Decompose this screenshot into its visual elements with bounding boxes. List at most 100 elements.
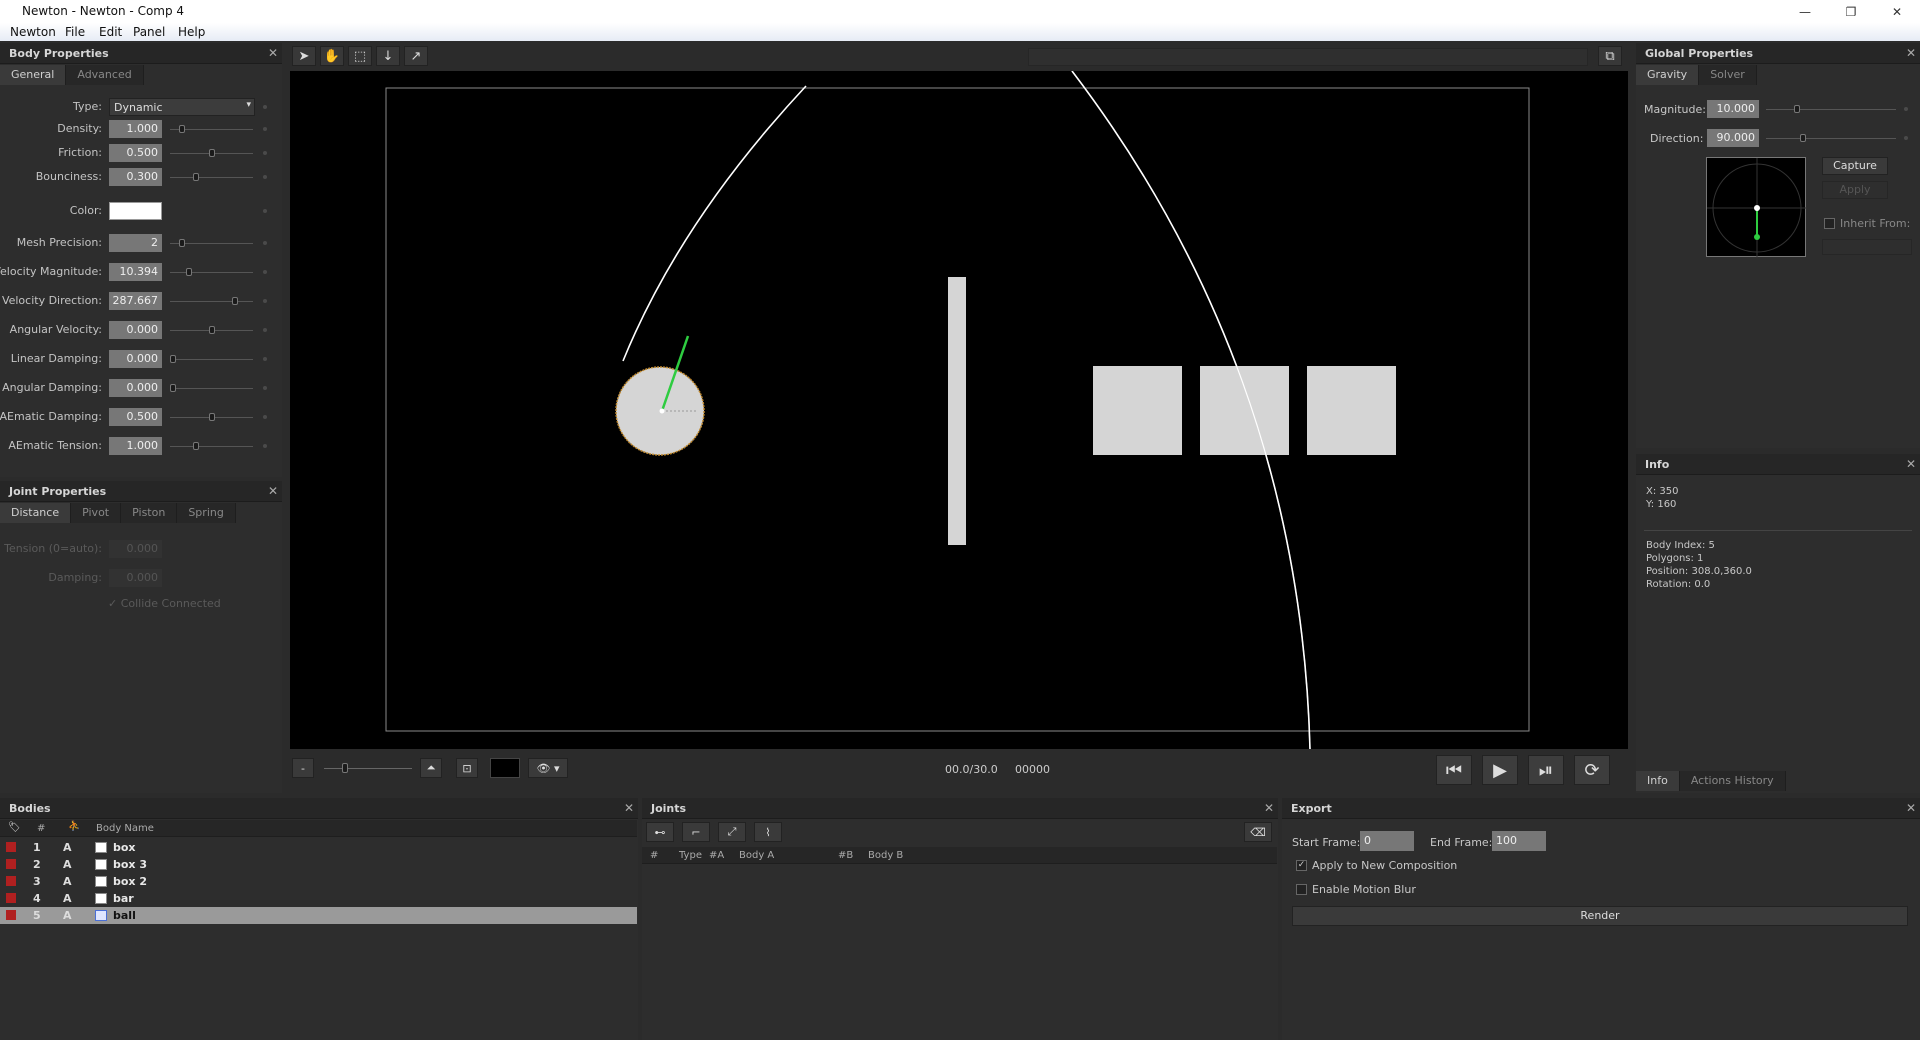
menu-help[interactable]: Help <box>178 25 205 39</box>
marquee-tool-button[interactable]: ⬚ <box>348 46 372 66</box>
distance-joint-button[interactable]: ⊷ <box>646 822 674 842</box>
gravity-direction-widget[interactable] <box>1706 157 1807 258</box>
capture-button[interactable]: Capture <box>1822 157 1888 175</box>
col-type[interactable]: Type <box>679 850 702 861</box>
property-slider-knob[interactable] <box>170 384 176 392</box>
tab-spring[interactable]: Spring <box>177 503 236 523</box>
tab-piston[interactable]: Piston <box>121 503 178 523</box>
menu-newton[interactable]: Newton <box>10 25 56 39</box>
magnitude-slider-knob[interactable] <box>1794 105 1800 113</box>
keyframe-dot[interactable] <box>263 415 267 419</box>
zoom-slider-knob[interactable] <box>342 763 348 773</box>
col-number[interactable]: # <box>650 850 658 861</box>
col-body-name[interactable]: Body Name <box>96 823 154 834</box>
property-value[interactable]: 0.000 <box>109 321 162 339</box>
restore-button[interactable]: ❐ <box>1828 0 1874 23</box>
col-a-index[interactable]: #A <box>709 850 724 861</box>
box-body[interactable] <box>1093 366 1182 455</box>
velocity-tool-button[interactable]: ↗ <box>404 46 428 66</box>
keyframe-dot[interactable] <box>263 175 267 179</box>
render-button[interactable]: Render <box>1292 906 1908 926</box>
tab-distance[interactable]: Distance <box>0 503 72 523</box>
tab-actions-history[interactable]: Actions History <box>1679 771 1786 791</box>
property-slider[interactable] <box>170 177 253 178</box>
background-color-swatch[interactable] <box>490 758 520 778</box>
property-slider-knob[interactable] <box>193 173 199 181</box>
start-frame-input[interactable]: 0 <box>1360 831 1414 851</box>
body-mode[interactable]: A <box>63 841 72 854</box>
property-slider-knob[interactable] <box>179 125 185 133</box>
property-value[interactable]: 0.000 <box>109 350 162 368</box>
keyframe-dot[interactable] <box>263 299 267 303</box>
body-mode[interactable]: A <box>63 909 72 922</box>
inherit-from-select[interactable] <box>1822 239 1912 255</box>
table-row[interactable]: 2 Abox 3 <box>0 856 637 873</box>
select-tool-button[interactable]: ➤ <box>292 46 316 66</box>
minimize-button[interactable]: — <box>1782 0 1828 23</box>
property-slider[interactable] <box>170 301 253 302</box>
table-row[interactable]: 4 Abar <box>0 890 637 907</box>
property-slider-knob[interactable] <box>209 326 215 334</box>
property-value[interactable]: 1.000 <box>109 120 162 138</box>
tab-solver[interactable]: Solver <box>1699 65 1757 85</box>
fit-view-button[interactable]: ⊡ <box>456 758 478 778</box>
property-value[interactable]: 0.300 <box>109 168 162 186</box>
property-value[interactable]: 0.000 <box>109 379 162 397</box>
close-icon[interactable]: ✕ <box>1906 46 1916 60</box>
delete-joint-button[interactable]: ⌫ <box>1244 822 1272 842</box>
property-value[interactable]: 0.500 <box>109 408 162 426</box>
close-icon[interactable]: ✕ <box>1906 457 1916 471</box>
zoom-slider[interactable] <box>324 768 412 769</box>
body-color-tag[interactable] <box>6 842 16 852</box>
keyframe-dot[interactable] <box>263 386 267 390</box>
type-select[interactable]: Dynamic ▾ <box>109 98 255 116</box>
keyframe-dot[interactable] <box>263 357 267 361</box>
table-row[interactable]: 5 Aball <box>0 907 637 924</box>
body-mode[interactable]: A <box>63 875 72 888</box>
tab-advanced[interactable]: Advanced <box>66 65 144 85</box>
zoom-out-button[interactable]: - <box>292 758 314 778</box>
loop-button[interactable]: ⟳ <box>1574 755 1610 785</box>
body-color-tag[interactable] <box>6 893 16 903</box>
property-value[interactable]: 0.500 <box>109 144 162 162</box>
keyframe-dot[interactable] <box>1904 136 1908 140</box>
spring-joint-button[interactable]: ⌇ <box>754 822 782 842</box>
property-value[interactable]: 1.000 <box>109 437 162 455</box>
body-visibility-swatch[interactable] <box>95 876 107 887</box>
property-slider[interactable] <box>170 446 253 447</box>
property-slider-knob[interactable] <box>209 413 215 421</box>
property-slider-knob[interactable] <box>179 239 185 247</box>
col-body-b[interactable]: Body B <box>868 850 903 861</box>
table-row[interactable]: 1 Abox <box>0 839 637 856</box>
tension-value[interactable]: 0.000 <box>109 540 162 558</box>
property-slider[interactable] <box>170 388 253 389</box>
close-icon[interactable]: ✕ <box>1264 801 1274 815</box>
col-b-index[interactable]: #B <box>838 850 853 861</box>
body-visibility-swatch[interactable] <box>95 842 107 853</box>
close-icon[interactable]: ✕ <box>268 46 278 60</box>
direction-slider[interactable] <box>1766 138 1896 139</box>
damping-value[interactable]: 0.000 <box>109 569 162 587</box>
body-color-tag[interactable] <box>6 910 16 920</box>
keyframe-dot[interactable] <box>1904 107 1908 111</box>
visibility-dropdown[interactable]: 👁 ▾ <box>528 758 568 778</box>
property-slider-knob[interactable] <box>232 297 238 305</box>
property-value[interactable]: 287.667 <box>109 292 162 310</box>
keyframe-dot[interactable] <box>263 151 267 155</box>
property-slider-knob[interactable] <box>170 355 176 363</box>
tag-icon[interactable]: 🏷 <box>8 822 21 833</box>
magnitude-slider[interactable] <box>1766 109 1896 110</box>
keyframe-dot[interactable] <box>263 328 267 332</box>
body-visibility-swatch[interactable] <box>95 859 107 870</box>
body-visibility-swatch[interactable] <box>95 893 107 904</box>
end-frame-input[interactable]: 100 <box>1492 831 1546 851</box>
keyframe-dot[interactable] <box>263 127 267 131</box>
step-forward-button[interactable]: ⏯ <box>1528 755 1564 785</box>
keyframe-dot[interactable] <box>263 209 267 213</box>
piston-joint-button[interactable]: ⤢ <box>718 822 746 842</box>
direction-value[interactable]: 90.000 <box>1707 129 1759 147</box>
snapshot-button[interactable]: ⧉ <box>1598 46 1622 66</box>
rewind-button[interactable]: ⏮ <box>1436 755 1472 785</box>
collide-connected-checkbox[interactable]: ✓ Collide Connected <box>108 597 221 610</box>
property-slider-knob[interactable] <box>186 268 192 276</box>
